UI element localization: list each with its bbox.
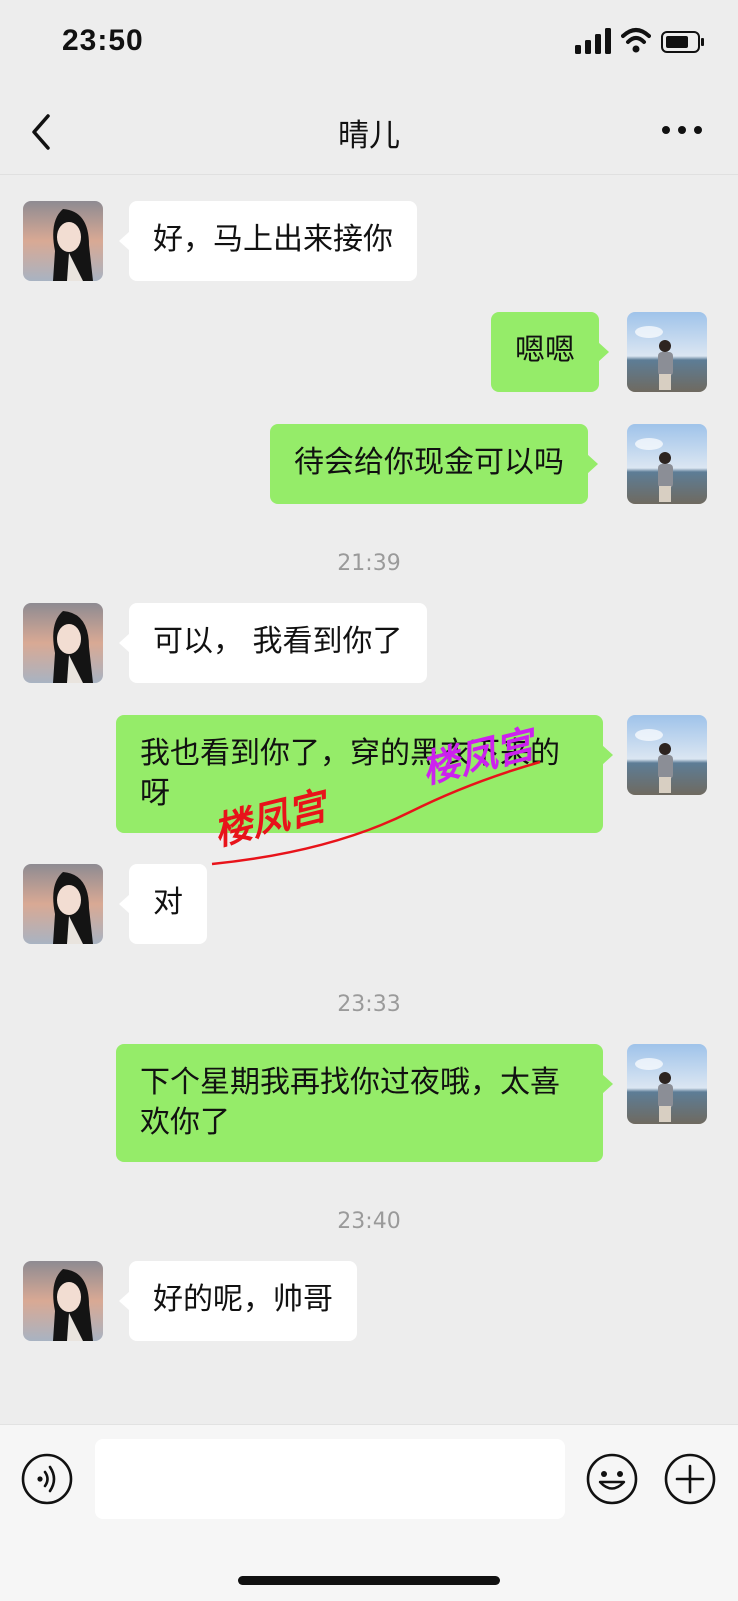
message-row: 好，马上出来接你 [0,201,738,281]
status-time: 23:50 [62,24,144,57]
message-row: 好的呢，帅哥 [0,1261,738,1341]
timestamp: 23:33 [337,992,401,1017]
voice-icon[interactable] [21,1453,73,1505]
user-avatar[interactable] [627,424,707,504]
wifi-icon [621,28,651,53]
chat-title: 晴儿 [338,118,400,154]
incoming-message[interactable]: 可以， 我看到你了 [119,603,427,683]
outgoing-message[interactable]: 嗯嗯 [491,312,609,392]
user-avatar[interactable] [627,715,707,795]
incoming-message[interactable]: 好的呢，帅哥 [119,1261,357,1341]
battery-icon [661,31,704,53]
contact-avatar[interactable] [23,603,103,683]
user-avatar[interactable] [627,312,707,392]
outgoing-message[interactable]: 待会给你现金可以吗 [270,424,598,504]
message-row: 下个星期我再找你过夜哦，太喜欢你了 [0,1044,738,1162]
input-bar [0,1424,738,1601]
chat-header: 晴儿 [0,88,738,175]
message-input[interactable] [95,1439,565,1519]
status-bar: 23:50 [0,0,738,88]
message-row: 待会给你现金可以吗 [0,424,738,504]
message-row: 对 [0,864,738,944]
contact-avatar[interactable] [23,1261,103,1341]
plus-icon[interactable] [664,1453,716,1505]
home-indicator [238,1576,500,1585]
message-row: 可以， 我看到你了 [0,603,738,683]
contact-avatar[interactable] [23,864,103,944]
signal-icon [575,28,611,54]
user-avatar[interactable] [627,1044,707,1124]
more-icon[interactable] [660,118,704,142]
emoji-icon[interactable] [586,1453,638,1505]
incoming-message[interactable]: 好，马上出来接你 [119,201,417,281]
timestamp: 21:39 [337,551,401,576]
timestamp: 23:40 [337,1209,401,1234]
message-row: 嗯嗯 [0,312,738,392]
incoming-message[interactable]: 对 [119,864,207,944]
contact-avatar[interactable] [23,201,103,281]
outgoing-message[interactable]: 下个星期我再找你过夜哦，太喜欢你了 [116,1044,613,1162]
